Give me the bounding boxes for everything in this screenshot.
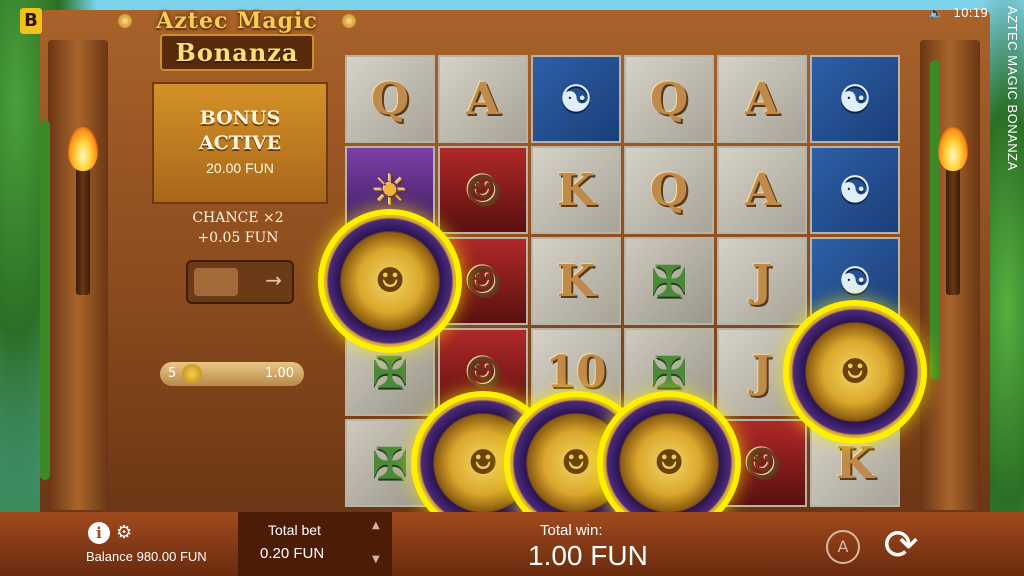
system-status: 🔈 10:19 — [923, 6, 988, 20]
bonus-amount: 20.00 FUN — [206, 160, 274, 176]
symbol-glyph: ☺ — [464, 165, 502, 215]
total-bet-value: 0.20 FUN — [260, 545, 325, 562]
symbol-glyph: ☺ — [464, 256, 502, 306]
symbol-glyph: ✠ — [372, 438, 408, 488]
reel-symbol-Q: Q — [624, 146, 714, 234]
chance-toggle[interactable]: → — [186, 260, 294, 304]
bonus-title-line2: ACTIVE — [198, 132, 282, 154]
coin-icon — [182, 364, 202, 384]
reel-symbol-woman: ☺ — [438, 146, 528, 234]
total-bet-label: Total bet — [268, 522, 321, 538]
symbol-glyph: Q — [649, 164, 689, 216]
symbol-glyph: ☺ — [743, 438, 781, 488]
symbol-glyph: Q — [649, 73, 689, 125]
speaker-icon[interactable]: 🔈 — [929, 6, 944, 20]
gem-icon — [342, 14, 356, 28]
reel-symbol-A: A — [717, 146, 807, 234]
logo-line1: Aztec Magic — [156, 8, 318, 34]
reel-symbol-K: K — [531, 146, 621, 234]
aztec-mask-icon: ☻ — [839, 352, 871, 392]
reel-symbol-mask: ✠ — [624, 237, 714, 325]
bonus-active-panel: BONUS ACTIVE 20.00 FUN — [152, 82, 328, 204]
flame-icon — [68, 127, 98, 171]
vine-left — [40, 120, 50, 480]
total-win-value: 1.00 FUN — [528, 540, 648, 571]
brand-logo: B — [20, 8, 42, 34]
coin-count: 5 — [168, 366, 177, 381]
reel-symbol-K: K — [531, 237, 621, 325]
reel-symbol-J: J — [717, 237, 807, 325]
chance-multiplier: CHANCE ×2 +0.05 FUN — [152, 208, 324, 248]
arrow-right-icon: → — [265, 268, 282, 292]
chance-line1: CHANCE ×2 — [192, 210, 284, 226]
reel-symbol-bird: ☯ — [531, 55, 621, 143]
symbol-glyph: ☯ — [559, 78, 593, 120]
torch-left — [68, 127, 98, 295]
bonus-coin-symbol: ☻ — [324, 215, 456, 347]
symbol-glyph: ☯ — [838, 78, 872, 120]
toggle-knob[interactable] — [194, 268, 238, 296]
aztec-mask-icon: ☻ — [467, 443, 499, 483]
total-bet-box: Total bet 0.20 FUN — [238, 512, 392, 576]
reel-symbol-bird: ☯ — [810, 55, 900, 143]
vine-right — [930, 60, 940, 380]
vertical-game-title: AZTEC MAGIC BONANZA — [1005, 6, 1020, 171]
symbol-glyph: J — [751, 255, 773, 307]
torch-right — [938, 127, 968, 295]
coin-payout-value: 1.00 — [265, 366, 294, 381]
bet-increase-icon[interactable]: ▲ — [372, 520, 380, 531]
symbol-glyph: K — [556, 164, 596, 216]
aztec-mask-icon: ☻ — [653, 443, 685, 483]
reel-symbol-A: A — [438, 55, 528, 143]
symbol-glyph: ☯ — [838, 260, 872, 302]
symbol-glyph: ☯ — [838, 169, 872, 211]
bottom-control-bar: i ⚙ Balance 980.00 FUN Total bet 0.20 FU… — [0, 512, 1024, 576]
gear-icon[interactable]: ⚙ — [116, 522, 132, 543]
symbol-glyph: ✠ — [372, 347, 408, 397]
symbol-glyph: A — [465, 73, 501, 125]
reel-symbol-A: A — [717, 55, 807, 143]
balance-display: Balance 980.00 FUN — [86, 549, 207, 564]
aztec-mask-icon: ☻ — [374, 261, 406, 301]
chance-line2: +0.05 FUN — [197, 230, 279, 246]
symbol-glyph: ☀ — [371, 165, 409, 215]
symbol-glyph: ✠ — [651, 256, 687, 306]
autoplay-button[interactable]: A — [826, 530, 860, 564]
symbol-glyph: A — [744, 73, 780, 125]
symbol-glyph: ✠ — [651, 347, 687, 397]
aztec-mask-icon: ☻ — [560, 443, 592, 483]
symbol-glyph: K — [835, 437, 875, 489]
reel-grid: Q ☀ ✠ ✠ A ☺ ☺ ☺ ☯ K K 10 Q Q ✠ ✠ A A J J ☺ ☯ ☯ ☯ K ☻ ☻ ☻ ☻ ☻ — [324, 55, 921, 529]
bet-decrease-icon[interactable]: ▼ — [372, 554, 380, 565]
clock-time: 10:19 — [953, 6, 988, 20]
reel-symbol-Q: Q — [345, 55, 435, 143]
symbol-glyph: K — [556, 255, 596, 307]
symbol-glyph: Q — [370, 73, 410, 125]
symbol-glyph: J — [751, 346, 773, 398]
bonus-coin-symbol: ☻ — [789, 306, 921, 438]
logo-line2: Bonanza — [159, 34, 315, 71]
reel-symbol-bird: ☯ — [810, 146, 900, 234]
total-win-label: Total win: — [540, 522, 603, 539]
symbol-glyph: A — [744, 164, 780, 216]
bonus-coin-symbol: ☻ — [603, 397, 735, 529]
spin-button[interactable]: ⟳ — [874, 518, 928, 572]
info-icon[interactable]: i — [88, 522, 110, 544]
reel-symbol-Q: Q — [624, 55, 714, 143]
symbol-glyph: 10 — [545, 346, 607, 398]
flame-icon — [938, 127, 968, 171]
bonus-title: BONUS ACTIVE — [154, 106, 326, 156]
symbol-glyph: ☺ — [464, 347, 502, 397]
gem-icon — [118, 14, 132, 28]
game-logo: Aztec Magic Bonanza — [112, 4, 362, 74]
coin-payout-indicator: 5 1.00 — [160, 362, 304, 386]
bonus-title-line1: BONUS — [199, 107, 281, 129]
